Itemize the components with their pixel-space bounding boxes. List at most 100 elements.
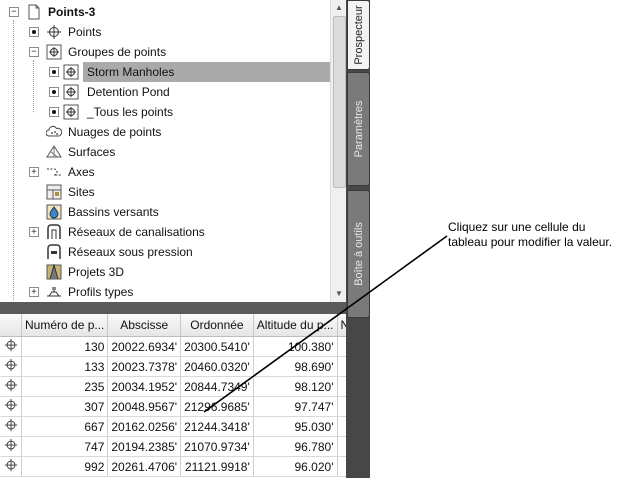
cell-easting[interactable]: 20023.7378' — [107, 356, 182, 377]
expand-toggle[interactable]: + — [29, 287, 39, 297]
column-header-name[interactable]: No — [337, 314, 346, 337]
visibility-bullet[interactable] — [49, 107, 59, 117]
tree-item-assemblies[interactable]: + Profils types — [0, 282, 330, 302]
collapse-toggle[interactable]: − — [9, 7, 19, 17]
tree-item-label: Réseaux de canalisations — [68, 225, 205, 239]
scroll-down-arrow-icon[interactable]: ▼ — [331, 286, 347, 302]
panel-splitter[interactable] — [0, 302, 346, 314]
table-row[interactable]: 747 20194.2385' 21070.9734' 96.780' — [0, 436, 346, 457]
column-header-elevation[interactable]: Altitude du p... — [253, 314, 338, 337]
expand-toggle[interactable]: + — [29, 227, 39, 237]
tree-item-point-clouds[interactable]: Nuages de points — [0, 122, 330, 142]
site-icon — [46, 184, 62, 200]
tree-item-label: Bassins versants — [68, 205, 159, 219]
table-row[interactable]: 130 20022.6934' 20300.5410' 100.380' — [0, 336, 346, 357]
column-header-northing[interactable]: Ordonnée — [180, 314, 254, 337]
cell-northing[interactable]: 21244.3418' — [180, 416, 254, 437]
expand-toggle[interactable]: + — [29, 167, 39, 177]
tree-item-storm-manholes[interactable]: Storm Manholes — [0, 62, 330, 82]
tree-item-label: Nuages de points — [68, 125, 162, 139]
tree-item-label: Profils types — [68, 285, 134, 299]
table-row[interactable]: 992 20261.4706' 21121.9918' 96.020' — [0, 456, 346, 477]
cell-number[interactable]: 133 — [21, 356, 109, 377]
point-icon — [0, 396, 22, 417]
tree-item-pressure-networks[interactable]: Réseaux sous pression — [0, 242, 330, 262]
tree-item-sites[interactable]: Sites — [0, 182, 330, 202]
cell-name[interactable] — [337, 376, 346, 397]
tree-scrollbar[interactable]: ▲ ▼ — [330, 0, 347, 302]
visibility-bullet[interactable] — [49, 87, 59, 97]
tree-item-points[interactable]: Points — [0, 22, 330, 42]
tab-settings[interactable]: Paramètres — [347, 72, 370, 186]
cell-name[interactable] — [337, 396, 346, 417]
point-icon — [0, 416, 22, 437]
tab-label: Prospecteur — [352, 5, 365, 65]
cell-elevation[interactable]: 96.020' — [253, 456, 338, 477]
alignment-icon — [47, 168, 61, 176]
table-row[interactable]: 235 20034.1952' 20844.7349' 98.120' — [0, 376, 346, 397]
tree-root[interactable]: − Points-3 — [0, 2, 330, 22]
tree-item-all-points[interactable]: _Tous les points — [0, 102, 330, 122]
cell-northing[interactable]: 21296.9685' — [180, 396, 254, 417]
tree-item-corridors[interactable]: Projets 3D — [0, 262, 330, 282]
drawing-icon — [28, 4, 40, 20]
table-row[interactable]: 133 20023.7378' 20460.0320' 98.690' — [0, 356, 346, 377]
cell-elevation[interactable]: 97.747' — [253, 396, 338, 417]
cell-easting[interactable]: 20022.6934' — [107, 336, 182, 357]
visibility-bullet[interactable] — [49, 67, 59, 77]
point-icon — [47, 25, 61, 39]
cell-northing[interactable]: 20300.5410' — [180, 336, 254, 357]
tree-item-label: Groupes de points — [68, 45, 167, 59]
tree-item-label: Réseaux sous pression — [68, 245, 193, 259]
cell-number[interactable]: 130 — [21, 336, 109, 357]
tree-item-catchments[interactable]: Bassins versants — [0, 202, 330, 222]
tree-item-pipe-networks[interactable]: + Réseaux de canalisations — [0, 222, 330, 242]
column-header-icon[interactable] — [0, 314, 22, 337]
tree-item-point-groups[interactable]: − Groupes de points — [0, 42, 330, 62]
surface-icon — [46, 145, 62, 158]
tree-item-surfaces[interactable]: Surfaces — [0, 142, 330, 162]
cell-elevation[interactable]: 96.780' — [253, 436, 338, 457]
point-group-icon — [46, 44, 62, 60]
cell-northing[interactable]: 21121.9918' — [180, 456, 254, 477]
cell-name[interactable] — [337, 436, 346, 457]
collapse-toggle[interactable]: − — [29, 47, 39, 57]
cell-elevation[interactable]: 98.120' — [253, 376, 338, 397]
column-header-easting[interactable]: Abscisse — [107, 314, 182, 337]
tab-toolbox[interactable]: Boîte à outils — [347, 190, 370, 318]
cell-name[interactable] — [337, 456, 346, 477]
tree-item-alignments[interactable]: + Axes — [0, 162, 330, 182]
scroll-up-arrow-icon[interactable]: ▲ — [331, 0, 347, 16]
cell-easting[interactable]: 20194.2385' — [107, 436, 182, 457]
cell-number[interactable]: 667 — [21, 416, 109, 437]
column-header-number[interactable]: Numéro de p... — [21, 314, 109, 337]
point-icon — [0, 336, 22, 357]
cell-name[interactable] — [337, 336, 346, 357]
visibility-bullet[interactable] — [29, 27, 39, 37]
scroll-thumb[interactable] — [333, 16, 346, 188]
cell-easting[interactable]: 20034.1952' — [107, 376, 182, 397]
cell-elevation[interactable]: 95.030' — [253, 416, 338, 437]
cell-number[interactable]: 307 — [21, 396, 109, 417]
cell-number[interactable]: 992 — [21, 456, 109, 477]
points-grid[interactable]: Numéro de p... Abscisse Ordonnée Altitud… — [0, 314, 346, 478]
prospector-tree[interactable]: − Points-3 Points − Groupes de points St… — [0, 0, 330, 302]
cell-northing[interactable]: 20844.7349' — [180, 376, 254, 397]
cell-easting[interactable]: 20048.9567' — [107, 396, 182, 417]
cell-elevation[interactable]: 100.380' — [253, 336, 338, 357]
cell-name[interactable] — [337, 356, 346, 377]
cell-number[interactable]: 747 — [21, 436, 109, 457]
cell-name[interactable] — [337, 416, 346, 437]
cell-elevation[interactable]: 98.690' — [253, 356, 338, 377]
tree-item-detention-pond[interactable]: Detention Pond — [0, 82, 330, 102]
cell-northing[interactable]: 21070.9734' — [180, 436, 254, 457]
point-cloud-icon — [46, 125, 62, 137]
cell-easting[interactable]: 20261.4706' — [107, 456, 182, 477]
cell-number[interactable]: 235 — [21, 376, 109, 397]
cell-easting[interactable]: 20162.0256' — [107, 416, 182, 437]
cell-northing[interactable]: 20460.0320' — [180, 356, 254, 377]
tab-prospector[interactable]: Prospecteur — [347, 0, 370, 70]
tree-item-label: Points — [68, 25, 102, 39]
table-row[interactable]: 307 20048.9567' 21296.9685' 97.747' — [0, 396, 346, 417]
table-row[interactable]: 667 20162.0256' 21244.3418' 95.030' — [0, 416, 346, 437]
